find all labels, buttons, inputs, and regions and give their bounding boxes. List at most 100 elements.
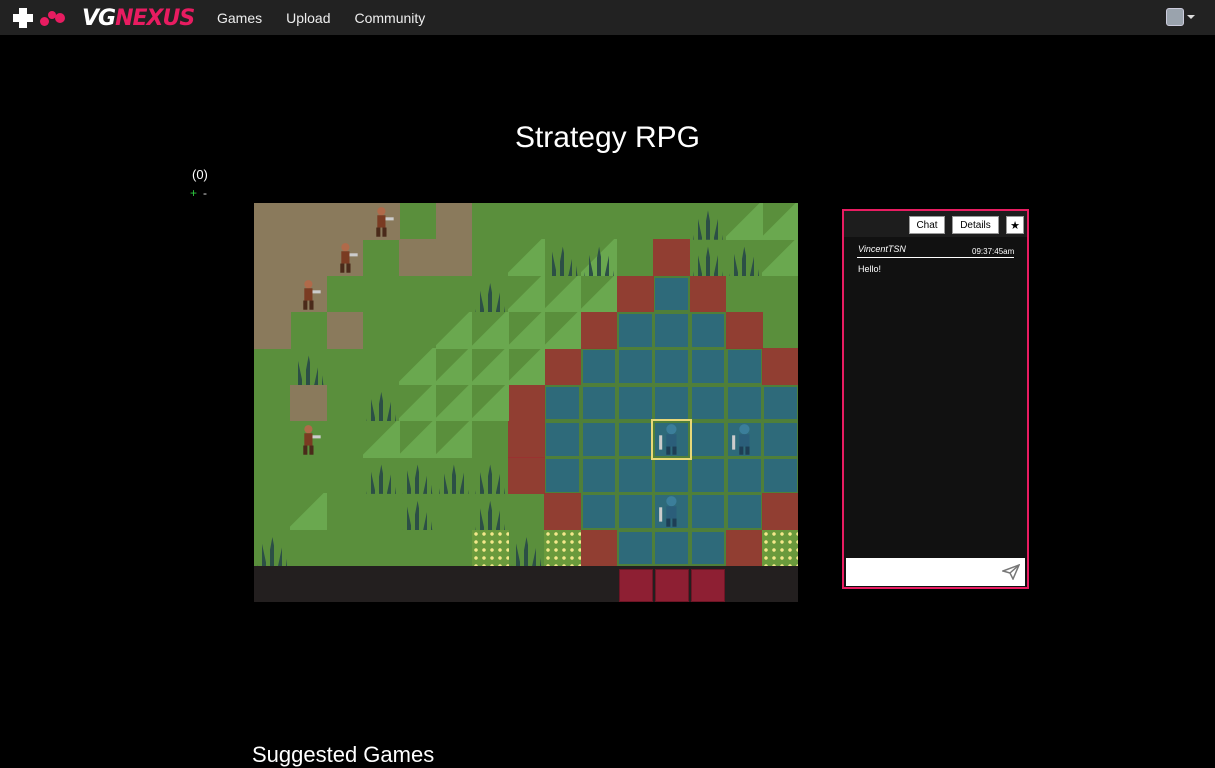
water-tile[interactable] [617,420,654,458]
hill-tile[interactable] [762,203,798,240]
move-range-tile[interactable] [617,275,654,313]
water-tile[interactable] [689,457,727,494]
water-tile[interactable] [617,311,654,349]
water-tile[interactable] [617,384,654,422]
tree-tile[interactable] [475,500,505,531]
move-range-tile[interactable] [689,275,727,313]
dirt-tile[interactable] [254,239,291,277]
hill-tile[interactable] [435,311,473,349]
tree-tile[interactable] [257,537,288,567]
water-tile[interactable] [653,529,691,567]
tab-chat[interactable]: Chat [909,216,945,234]
dirt-tile[interactable] [254,275,291,313]
hill-tile[interactable] [435,348,473,385]
move-range-tile[interactable] [544,493,582,531]
hill-tile[interactable] [508,239,545,277]
move-range-tile[interactable] [653,239,691,277]
water-tile[interactable] [544,457,582,494]
hill-tile[interactable] [471,384,509,422]
water-tile[interactable] [544,420,582,458]
dirt-tile[interactable] [290,384,328,422]
flower-tile[interactable] [544,529,582,567]
water-tile[interactable] [580,384,618,422]
hill-tile[interactable] [544,275,582,313]
tree-tile[interactable] [693,210,723,240]
move-range-tile[interactable] [580,311,618,349]
dirt-tile[interactable] [290,203,328,240]
hill-tile[interactable] [508,275,545,313]
hill-tile[interactable] [290,493,328,531]
action-slot-2[interactable] [655,569,689,602]
tree-tile[interactable] [366,464,397,494]
water-tile[interactable] [689,348,727,385]
water-tile[interactable] [617,529,654,567]
site-logo[interactable]: VGNEXUS [12,5,195,31]
hill-tile[interactable] [508,348,545,385]
move-range-tile[interactable] [508,457,545,494]
move-range-tile[interactable] [725,529,763,567]
hill-tile[interactable] [508,311,545,349]
tree-tile[interactable] [511,537,542,567]
hill-tile[interactable] [762,239,798,277]
hill-tile[interactable] [399,348,436,385]
tree-tile[interactable] [366,391,397,422]
water-tile[interactable] [617,348,654,385]
flower-tile[interactable] [762,529,798,567]
water-tile[interactable] [762,420,798,458]
dirt-tile[interactable] [435,239,473,277]
dirt-tile[interactable] [254,311,291,349]
water-tile[interactable] [580,420,618,458]
water-tile[interactable] [725,493,763,531]
hill-tile[interactable] [471,348,509,385]
game-map[interactable] [254,203,798,567]
hill-tile[interactable] [435,420,473,458]
hill-tile[interactable] [399,420,436,458]
ally-unit-icon[interactable] [653,493,690,530]
send-icon[interactable] [1002,564,1020,580]
chat-input[interactable] [846,558,1025,586]
tree-tile[interactable] [693,246,723,277]
water-tile[interactable] [653,384,691,422]
hill-tile[interactable] [435,384,473,422]
enemy-unit-icon[interactable] [290,421,327,458]
move-range-tile[interactable] [508,384,545,422]
dirt-tile[interactable] [435,203,473,240]
hill-tile[interactable] [471,311,509,349]
ally-unit-icon[interactable] [726,421,763,458]
water-tile[interactable] [725,348,763,385]
move-range-tile[interactable] [508,420,545,458]
dirt-tile[interactable] [399,239,436,277]
hill-tile[interactable] [362,420,400,458]
water-tile[interactable] [725,384,763,422]
hill-tile[interactable] [544,311,582,349]
hill-tile[interactable] [725,203,763,240]
tree-tile[interactable] [475,282,505,313]
tree-tile[interactable] [729,246,760,277]
enemy-unit-icon[interactable] [327,239,364,276]
enemy-unit-icon[interactable] [290,276,327,313]
water-tile[interactable] [653,457,691,494]
vote-up-button[interactable]: + [190,186,197,200]
water-tile[interactable] [689,311,727,349]
water-tile[interactable] [617,493,654,531]
move-range-tile[interactable] [762,493,798,531]
game-canvas[interactable] [254,203,798,602]
water-tile[interactable] [762,457,798,494]
vote-down-button[interactable]: - [203,186,207,200]
water-tile[interactable] [544,384,582,422]
water-tile[interactable] [580,348,618,385]
hill-tile[interactable] [399,384,436,422]
user-menu[interactable] [1166,8,1195,26]
water-tile[interactable] [689,529,727,567]
enemy-unit-icon[interactable] [363,203,400,240]
tree-tile[interactable] [402,500,433,531]
nav-upload[interactable]: Upload [274,10,342,26]
move-range-tile[interactable] [725,311,763,349]
water-tile[interactable] [580,493,618,531]
move-range-tile[interactable] [580,529,618,567]
water-tile[interactable] [653,348,691,385]
water-tile[interactable] [617,457,654,494]
tree-tile[interactable] [402,464,433,494]
dirt-tile[interactable] [254,203,291,240]
water-tile[interactable] [653,311,691,349]
